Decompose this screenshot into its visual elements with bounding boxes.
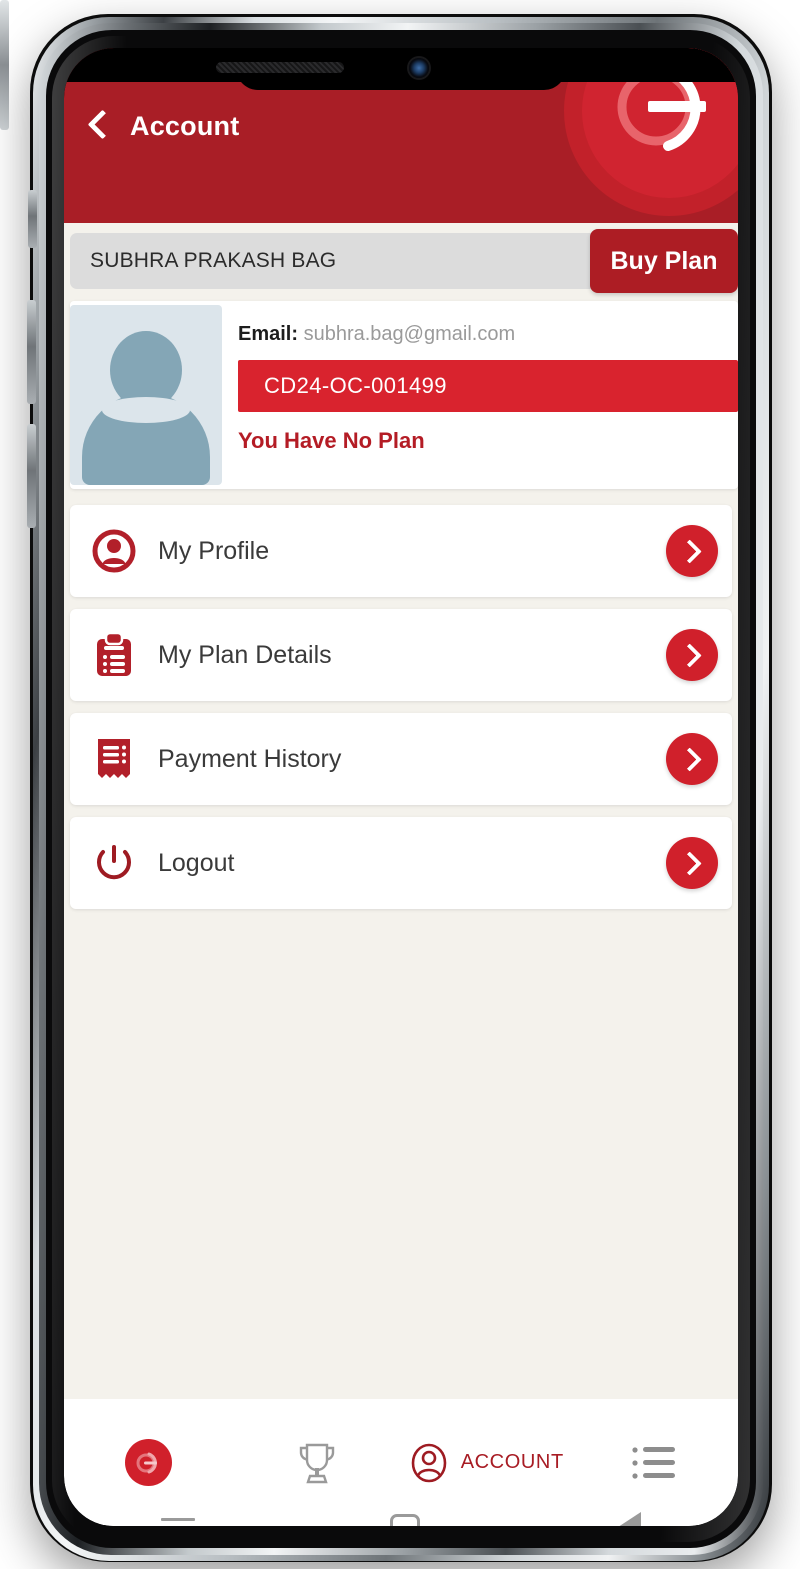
android-system-navigation	[64, 1498, 738, 1526]
chevron-right-icon[interactable]	[666, 525, 718, 577]
recent-apps-icon[interactable]	[161, 1518, 196, 1526]
chevron-left-icon[interactable]	[86, 109, 112, 143]
nav-item-rewards[interactable]	[233, 1418, 402, 1508]
screenshot-stage: Account SUBHRA PRAKASH BAG Buy Plan Emai…	[0, 0, 800, 1569]
nav-account-label: ACCOUNT	[460, 1451, 564, 1473]
phone-mute-button[interactable]	[28, 190, 37, 248]
user-avatar-placeholder-icon	[70, 305, 222, 485]
nav-item-menu[interactable]	[570, 1418, 739, 1508]
back-triangle-icon[interactable]	[614, 1512, 641, 1526]
phone-volume-up-button[interactable]	[27, 300, 36, 404]
phone-power-button[interactable]	[0, 0, 9, 130]
member-id-badge: CD24-OC-001499	[238, 360, 738, 412]
phone-screen: Account SUBHRA PRAKASH BAG Buy Plan Emai…	[64, 48, 738, 1526]
menu-item-my-plan-details[interactable]: My Plan Details	[70, 609, 732, 701]
phone-volume-down-button[interactable]	[27, 424, 36, 528]
nav-item-account[interactable]: ACCOUNT	[401, 1418, 570, 1508]
menu-item-label: Logout	[158, 848, 235, 877]
menu-item-label: My Plan Details	[158, 640, 332, 669]
account-menu-list: My Profile My Plan Details Payment Histo…	[64, 505, 738, 909]
menu-item-my-profile[interactable]: My Profile	[70, 505, 732, 597]
email-value: subhra.bag@gmail.com	[303, 323, 516, 345]
account-name-bar: SUBHRA PRAKASH BAG Buy Plan	[70, 229, 738, 293]
chevron-right-icon[interactable]	[666, 837, 718, 889]
clipboard-list-icon	[70, 632, 158, 678]
plan-status-text: You Have No Plan	[238, 428, 425, 453]
earpiece-speaker	[216, 62, 344, 73]
power-icon	[70, 840, 158, 886]
account-content: SUBHRA PRAKASH BAG Buy Plan Email: subhr…	[64, 223, 738, 1399]
menu-item-logout[interactable]: Logout	[70, 817, 732, 909]
brand-logo-icon	[124, 1439, 172, 1486]
menu-item-label: My Profile	[158, 536, 270, 565]
email-label: Email:	[238, 323, 299, 345]
user-circle-outline-icon	[411, 1443, 447, 1482]
menu-item-payment-history[interactable]: Payment History	[70, 713, 732, 805]
user-circle-icon	[70, 529, 158, 573]
account-name: SUBHRA PRAKASH BAG	[90, 249, 337, 272]
menu-item-label: Payment History	[158, 744, 342, 773]
page-title: Account	[130, 110, 240, 141]
receipt-icon	[70, 736, 158, 782]
front-camera-icon	[409, 58, 429, 78]
trophy-icon	[299, 1443, 334, 1483]
home-icon[interactable]	[389, 1514, 420, 1526]
chevron-right-icon[interactable]	[666, 629, 718, 681]
chevron-right-icon[interactable]	[666, 733, 718, 785]
buy-plan-button[interactable]: Buy Plan	[590, 229, 738, 293]
list-menu-icon	[632, 1446, 675, 1479]
profile-card: Email: subhra.bag@gmail.com CD24-OC-0014…	[70, 301, 738, 489]
email-row: Email: subhra.bag@gmail.com	[238, 323, 738, 346]
nav-item-home[interactable]	[64, 1418, 233, 1508]
